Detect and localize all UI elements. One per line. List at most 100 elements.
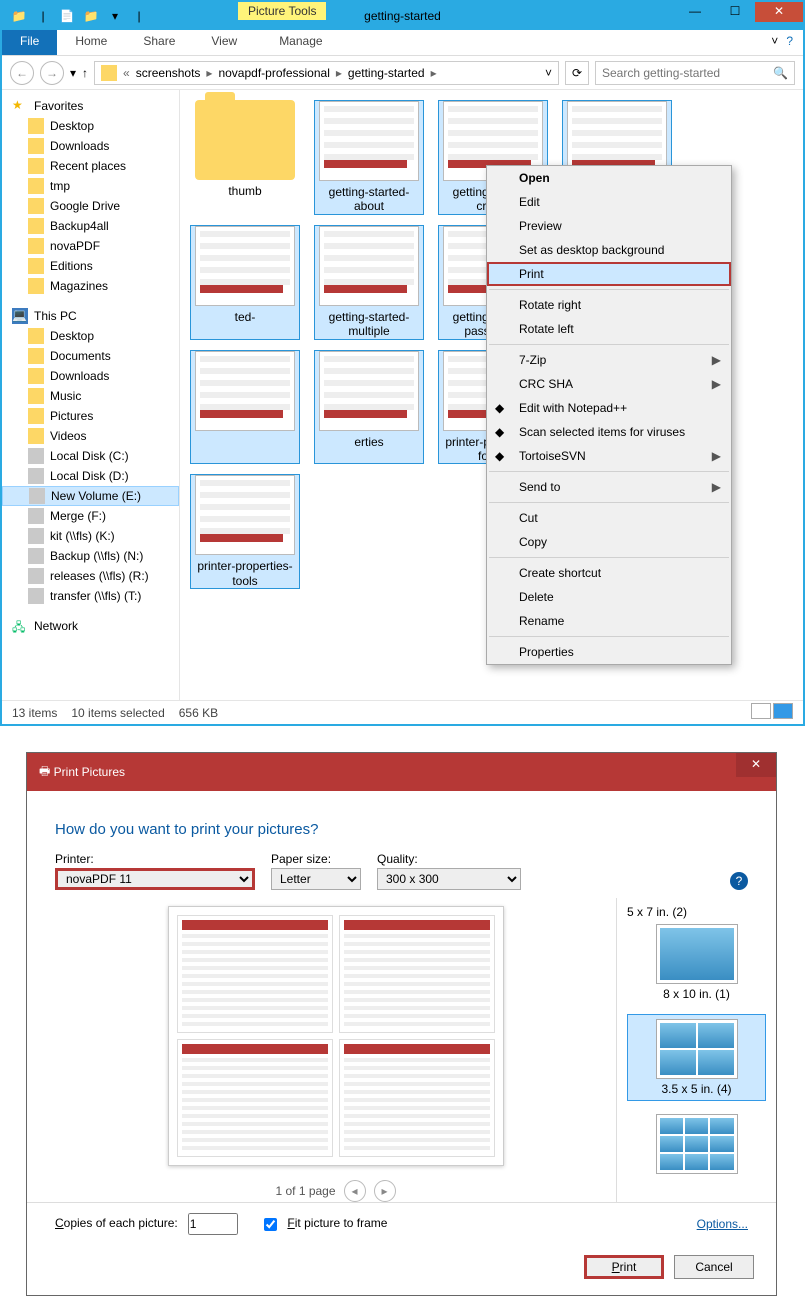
- file-item[interactable]: getting-started-about: [314, 100, 424, 215]
- menu-item-create-shortcut[interactable]: Create shortcut: [487, 561, 731, 585]
- options-link[interactable]: Options...: [697, 1217, 748, 1231]
- refresh-button[interactable]: ⟳: [565, 61, 589, 85]
- menu-item-properties[interactable]: Properties: [487, 640, 731, 664]
- sidebar-item[interactable]: Desktop: [2, 116, 179, 136]
- quality-select[interactable]: 300 x 300: [377, 868, 521, 890]
- menu-item-delete[interactable]: Delete: [487, 585, 731, 609]
- tab-view[interactable]: View: [193, 30, 255, 55]
- prev-page-button[interactable]: ◂: [344, 1180, 366, 1202]
- sidebar-item[interactable]: Editions: [2, 256, 179, 276]
- ribbon-collapse-icon[interactable]: ˅: [771, 34, 778, 51]
- layout-option-8x10[interactable]: 8 x 10 in. (1): [627, 919, 766, 1006]
- sidebar-item[interactable]: Recent places: [2, 156, 179, 176]
- layout-option-wallet[interactable]: [627, 1109, 766, 1179]
- history-dropdown-icon[interactable]: ▾: [70, 66, 76, 80]
- sidebar-item[interactable]: Backup4all: [2, 216, 179, 236]
- breadcrumb-overflow[interactable]: «: [123, 66, 130, 80]
- sidebar-item[interactable]: Downloads: [2, 136, 179, 156]
- menu-item-scan-selected-items-for-viruses[interactable]: ◆Scan selected items for viruses: [487, 420, 731, 444]
- qat-dropdown-icon[interactable]: ▾: [104, 6, 126, 26]
- sidebar-item[interactable]: Downloads: [2, 366, 179, 386]
- folder-icon: 📁: [8, 6, 30, 26]
- menu-item-7-zip[interactable]: 7-Zip: [487, 348, 731, 372]
- tab-home[interactable]: Home: [57, 30, 125, 55]
- search-box[interactable]: 🔍: [595, 61, 795, 85]
- tab-manage[interactable]: Manage: [261, 30, 340, 55]
- menu-item-edit[interactable]: Edit: [487, 190, 731, 214]
- menu-item-tortoisesvn[interactable]: ◆TortoiseSVN: [487, 444, 731, 468]
- sidebar-item[interactable]: Local Disk (D:): [2, 466, 179, 486]
- forward-button[interactable]: →: [40, 61, 64, 85]
- menu-item-send-to[interactable]: Send to: [487, 475, 731, 499]
- sidebar-item[interactable]: releases (\\fls) (R:): [2, 566, 179, 586]
- file-item[interactable]: [190, 350, 300, 465]
- menu-item-copy[interactable]: Copy: [487, 530, 731, 554]
- layout-list[interactable]: 5 x 7 in. (2) 8 x 10 in. (1) 3.5 x 5 in.…: [616, 898, 776, 1202]
- menu-item-edit-with-notepad-[interactable]: ◆Edit with Notepad++: [487, 396, 731, 420]
- breadcrumb[interactable]: « screenshots▸ novapdf-professional▸ get…: [94, 61, 559, 85]
- maximize-button[interactable]: ☐: [715, 2, 755, 22]
- breadcrumb-part[interactable]: novapdf-professional: [218, 66, 329, 80]
- menu-item-rotate-right[interactable]: Rotate right: [487, 293, 731, 317]
- menu-item-preview[interactable]: Preview: [487, 214, 731, 238]
- sidebar-item[interactable]: kit (\\fls) (K:): [2, 526, 179, 546]
- notepad-icon: ◆: [495, 401, 511, 417]
- menu-item-open[interactable]: Open: [487, 166, 731, 190]
- breadcrumb-part[interactable]: getting-started: [348, 66, 425, 80]
- sidebar-item[interactable]: Desktop: [2, 326, 179, 346]
- tab-file[interactable]: File: [2, 30, 57, 55]
- sidebar-item[interactable]: tmp: [2, 176, 179, 196]
- sidebar-item[interactable]: Backup (\\fls) (N:): [2, 546, 179, 566]
- tab-share[interactable]: Share: [125, 30, 193, 55]
- sidebar-group-thispc[interactable]: 💻This PC: [2, 306, 179, 326]
- sidebar-item[interactable]: novaPDF: [2, 236, 179, 256]
- menu-item-set-as-desktop-background[interactable]: Set as desktop background: [487, 238, 731, 262]
- file-item[interactable]: getting-started-multiple: [314, 225, 424, 340]
- menu-item-print[interactable]: Print: [487, 262, 731, 286]
- back-button[interactable]: ←: [10, 61, 34, 85]
- close-button[interactable]: ✕: [755, 2, 803, 22]
- view-mode-buttons[interactable]: [749, 703, 793, 722]
- breadcrumb-part[interactable]: screenshots: [136, 66, 201, 80]
- sidebar-item[interactable]: Pictures: [2, 406, 179, 426]
- file-item[interactable]: ted-: [190, 225, 300, 340]
- fit-picture-checkbox[interactable]: [264, 1218, 277, 1231]
- avast-icon: ◆: [495, 425, 511, 441]
- file-list[interactable]: thumbgetting-started-aboutgetting-starte…: [180, 90, 803, 700]
- sidebar-group-favorites[interactable]: ★Favorites: [2, 96, 179, 116]
- printer-select[interactable]: novaPDF 11: [55, 868, 255, 890]
- preview-image: [177, 1039, 333, 1157]
- sidebar-item[interactable]: Merge (F:): [2, 506, 179, 526]
- copies-input[interactable]: [188, 1213, 238, 1235]
- search-input[interactable]: [602, 66, 773, 80]
- sidebar-item[interactable]: transfer (\\fls) (T:): [2, 586, 179, 606]
- minimize-button[interactable]: —: [675, 2, 715, 22]
- paper-size-select[interactable]: Letter: [271, 868, 361, 890]
- menu-item-rotate-left[interactable]: Rotate left: [487, 317, 731, 341]
- menu-item-crc-sha[interactable]: CRC SHA: [487, 372, 731, 396]
- qat-newfolder-icon[interactable]: 📁: [80, 6, 102, 26]
- sidebar-item[interactable]: Local Disk (C:): [2, 446, 179, 466]
- next-page-button[interactable]: ▸: [374, 1180, 396, 1202]
- file-item[interactable]: printer-properties-tools: [190, 474, 300, 589]
- sidebar-item[interactable]: Magazines: [2, 276, 179, 296]
- sidebar-item[interactable]: Music: [2, 386, 179, 406]
- sidebar-item[interactable]: Videos: [2, 426, 179, 446]
- file-item[interactable]: erties: [314, 350, 424, 465]
- menu-item-rename[interactable]: Rename: [487, 609, 731, 633]
- chevron-down-icon[interactable]: ˅: [545, 66, 552, 80]
- sidebar-group-network[interactable]: 🖧Network: [2, 616, 179, 636]
- print-button[interactable]: Print: [584, 1255, 664, 1279]
- sidebar-item[interactable]: Google Drive: [2, 196, 179, 216]
- menu-item-cut[interactable]: Cut: [487, 506, 731, 530]
- qat-properties-icon[interactable]: 📄: [56, 6, 78, 26]
- dialog-close-button[interactable]: ✕: [736, 753, 776, 777]
- help-icon[interactable]: ?: [786, 34, 793, 51]
- help-icon[interactable]: ?: [730, 872, 748, 890]
- cancel-button[interactable]: Cancel: [674, 1255, 754, 1279]
- file-item[interactable]: thumb: [190, 100, 300, 215]
- sidebar-item[interactable]: Documents: [2, 346, 179, 366]
- sidebar-item[interactable]: New Volume (E:): [2, 486, 179, 506]
- up-button[interactable]: ↑: [82, 66, 88, 80]
- layout-option-3-5x5[interactable]: 3.5 x 5 in. (4): [627, 1014, 766, 1101]
